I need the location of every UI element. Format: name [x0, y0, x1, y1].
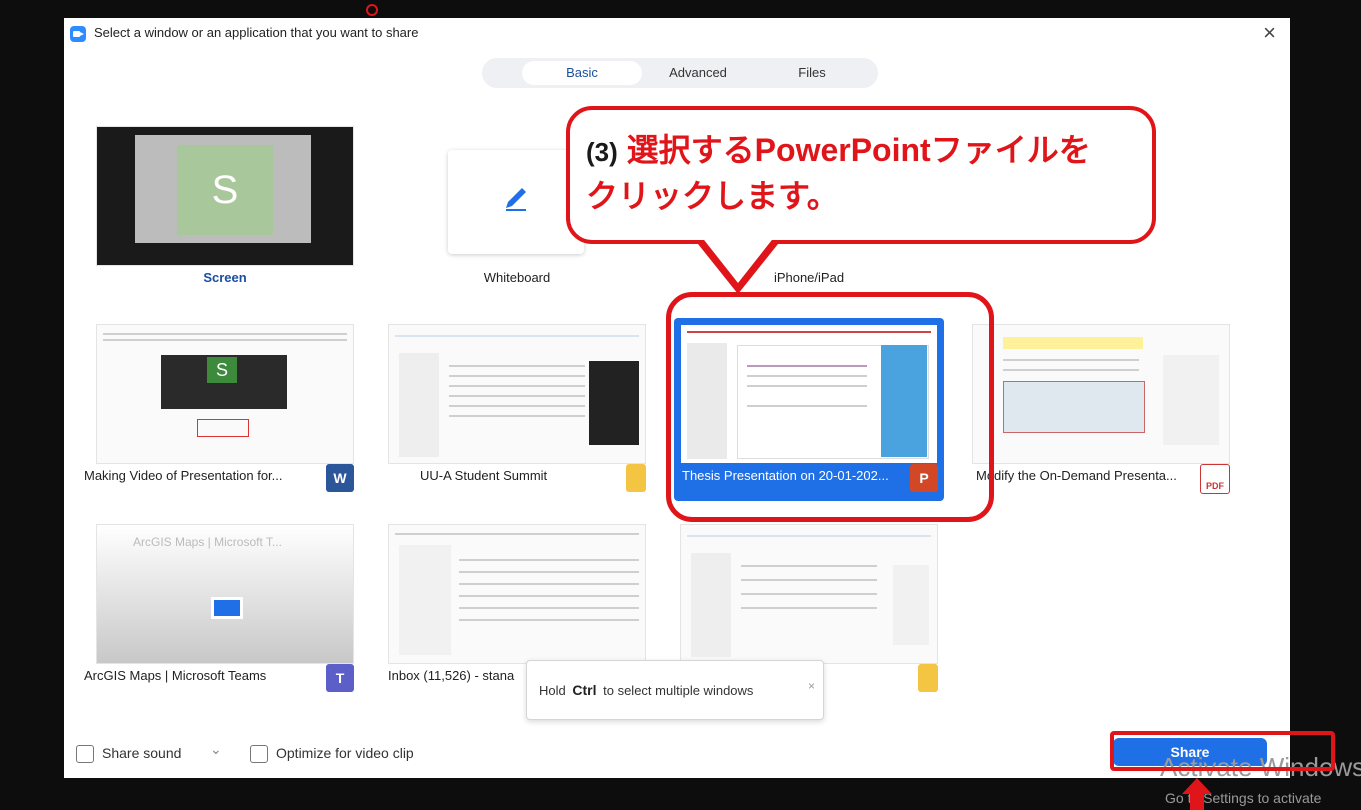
share-item-label: Modify the On-Demand Presenta... [976, 468, 1177, 483]
share-item-screen[interactable]: S Screen [90, 120, 360, 303]
annotation-dot [366, 4, 378, 16]
pencil-icon [506, 188, 526, 211]
zoom-app-icon [70, 26, 86, 42]
teams-thumbnail: ArcGIS Maps | Microsoft T... [96, 524, 354, 664]
title-bar: Select a window or an application that y… [64, 18, 1290, 48]
thumbnail-caption: ArcGIS Maps | Microsoft T... [133, 535, 282, 549]
folder-icon [918, 664, 938, 692]
chevron-down-icon[interactable]: ⌄ [210, 741, 222, 758]
arrow-stem [1190, 792, 1204, 810]
callout-tail-inner [697, 231, 779, 283]
callout-text: (3) 選択するPowerPointファイルを クリックします。 [586, 128, 1136, 218]
optimize-video-checkbox[interactable] [250, 745, 268, 763]
share-item-label: Whiteboard [483, 270, 551, 285]
share-highlight-box [1110, 731, 1335, 771]
word-thumbnail: S [96, 324, 354, 464]
multi-select-tooltip: Hold Ctrl to select multiple windows × [526, 660, 824, 720]
avatar: S [207, 357, 237, 383]
inbox-thumbnail [388, 524, 646, 664]
share-item-label: UU-A Student Summit [420, 468, 548, 483]
tab-advanced[interactable]: Advanced [638, 61, 758, 85]
tooltip-close-icon[interactable]: × [808, 679, 815, 693]
share-sound-label: Share sound [102, 745, 182, 761]
share-item-pdf[interactable]: Modify the On-Demand Presenta... PDF [966, 318, 1236, 501]
explorer-thumbnail [388, 324, 646, 464]
tab-files[interactable]: Files [752, 61, 872, 85]
share-item-teams[interactable]: ArcGIS Maps | Microsoft T... ArcGIS Maps… [84, 518, 360, 701]
share-item-label: Screen [203, 270, 247, 285]
share-item-word[interactable]: S Making Video of Presentation for... W [84, 318, 360, 501]
share-item-label: Making Video of Presentation for... [84, 468, 283, 483]
tooltip-pre: Hold [539, 683, 566, 698]
dialog-title: Select a window or an application that y… [94, 25, 419, 40]
screen-thumbnail: S [96, 126, 354, 266]
close-icon[interactable]: × [1263, 20, 1276, 46]
share-sound-checkbox[interactable] [76, 745, 94, 763]
callout-step: (3) [586, 137, 618, 167]
callout-line1: 選択するPowerPointファイルを [626, 132, 1091, 168]
pdf-icon: PDF [1200, 464, 1230, 494]
selection-highlight [666, 292, 994, 522]
optimize-video-label: Optimize for video clip [276, 745, 414, 761]
callout-line2: クリックします。 [586, 178, 839, 214]
callout-bubble: (3) 選択するPowerPointファイルを クリックします。 [566, 106, 1156, 244]
tab-basic[interactable]: Basic [522, 61, 642, 85]
folder-icon [626, 464, 646, 492]
pdf-thumbnail [972, 324, 1230, 464]
share-item-label: ArcGIS Maps | Microsoft Teams [84, 668, 267, 683]
word-icon: W [326, 464, 354, 492]
tab-bar: Basic Advanced Files [482, 58, 878, 88]
teams-icon: T [326, 664, 354, 692]
explorer-thumbnail [680, 524, 938, 664]
tooltip-post: to select multiple windows [603, 683, 754, 698]
share-item-explorer[interactable]: UU-A Student Summit [382, 318, 652, 501]
avatar: S [177, 145, 273, 235]
tooltip-key: Ctrl [572, 682, 597, 698]
